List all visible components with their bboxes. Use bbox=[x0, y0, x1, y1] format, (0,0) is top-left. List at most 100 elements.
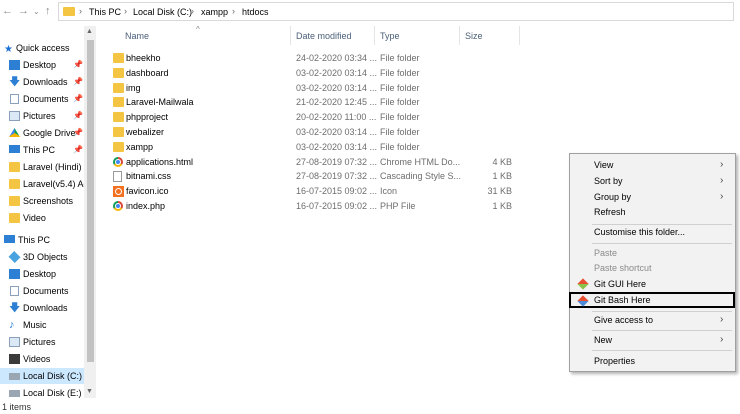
file-row[interactable]: webalizer 03-02-2020 03:14 ... File folder bbox=[108, 125, 520, 139]
drive-icon bbox=[9, 390, 20, 397]
folder-icon bbox=[63, 7, 75, 16]
navigation-pane: ★ Quick access Desktop 📌 🡇 Downloads 📌 D… bbox=[0, 24, 96, 400]
file-date: 16-07-2015 09:02 ... bbox=[296, 186, 378, 197]
breadcrumb-this-pc[interactable]: This PC bbox=[89, 7, 121, 17]
status-item-count: 1 items bbox=[2, 402, 32, 412]
nav-item-pictures[interactable]: Pictures 📌 bbox=[0, 108, 84, 124]
file-date: 21-02-2020 12:45 ... bbox=[296, 97, 378, 108]
nav-item-documents[interactable]: Documents 📌 bbox=[0, 91, 84, 107]
nav-pc-downloads[interactable]: 🡇 Downloads bbox=[0, 300, 84, 316]
menu-item-customise[interactable]: Customise this folder... bbox=[570, 225, 735, 240]
column-divider[interactable] bbox=[290, 26, 291, 45]
menu-item-give-access[interactable]: Give access to › bbox=[570, 313, 735, 328]
pin-icon[interactable]: 📌 bbox=[73, 57, 83, 73]
file-row[interactable]: applications.html 27-08-2019 07:32 ... Chr… bbox=[108, 155, 520, 169]
scroll-down-icon[interactable]: ▼ bbox=[86, 388, 93, 395]
file-size: 1 KB bbox=[492, 201, 512, 211]
file-date: 03-02-2020 03:14 ... bbox=[296, 141, 378, 152]
pin-icon[interactable]: 📌 bbox=[73, 91, 83, 107]
menu-item-new[interactable]: New › bbox=[570, 333, 735, 348]
menu-item-group-by[interactable]: Group by › bbox=[570, 190, 735, 205]
nav-scrollbar-thumb[interactable] bbox=[87, 40, 94, 362]
file-row[interactable]: index.php 16-07-2015 09:02 ... PHP File 1 K… bbox=[108, 199, 520, 213]
download-icon: 🡇 bbox=[9, 302, 21, 314]
file-row[interactable]: bitnami.css 27-08-2019 07:32 ... Cascading… bbox=[108, 169, 520, 183]
file-type: Chrome HTML Do... bbox=[380, 156, 461, 167]
back-icon[interactable]: ← bbox=[2, 5, 13, 17]
column-divider[interactable] bbox=[459, 26, 460, 45]
menu-item-paste[interactable]: Paste bbox=[570, 246, 735, 261]
pin-icon[interactable]: 📌 bbox=[73, 142, 83, 158]
sort-ascending-icon: ^ bbox=[196, 25, 200, 34]
column-header-name[interactable]: Name bbox=[125, 31, 149, 41]
column-divider[interactable] bbox=[519, 26, 520, 45]
column-divider[interactable] bbox=[374, 26, 375, 45]
nav-pc-documents[interactable]: Documents bbox=[0, 283, 84, 299]
file-row[interactable]: favicon.ico 16-07-2015 09:02 ... Icon 31 KB bbox=[108, 184, 520, 198]
file-row[interactable]: Laravel-Mailwala 21-02-2020 12:45 ... File… bbox=[108, 95, 520, 109]
nav-item-laravel-v54[interactable]: Laravel(v5.4) Ad bbox=[0, 176, 84, 192]
folder-icon bbox=[113, 127, 124, 137]
column-header-date[interactable]: Date modified bbox=[296, 31, 352, 41]
breadcrumb-separator[interactable]: › bbox=[79, 6, 82, 16]
nav-item-desktop[interactable]: Desktop 📌 bbox=[0, 57, 84, 73]
column-header-size[interactable]: Size bbox=[465, 31, 483, 41]
column-header-type[interactable]: Type bbox=[380, 31, 400, 41]
nav-pc-local-disk-c[interactable]: Local Disk (C:) bbox=[0, 368, 84, 384]
scroll-up-icon[interactable]: ▲ bbox=[86, 28, 93, 35]
menu-item-view[interactable]: View › bbox=[570, 158, 735, 173]
file-row[interactable]: bheekho 24-02-2020 03:34 ... File folder bbox=[108, 51, 520, 65]
file-date: 27-08-2019 07:32 ... bbox=[296, 171, 378, 182]
menu-item-git-gui[interactable]: Git GUI Here bbox=[570, 277, 735, 292]
nav-pc-local-disk-e[interactable]: Local Disk (E:) bbox=[0, 385, 84, 401]
nav-item-video[interactable]: Video bbox=[0, 210, 84, 226]
file-name: xampp bbox=[126, 141, 154, 152]
file-date: 27-08-2019 07:32 ... bbox=[296, 156, 378, 167]
nav-item-downloads[interactable]: 🡇 Downloads 📌 bbox=[0, 74, 84, 90]
nav-item-google-drive[interactable]: Google Drive 📌 bbox=[0, 125, 84, 141]
pin-icon[interactable]: 📌 bbox=[73, 74, 83, 90]
file-row[interactable]: dashboard 03-02-2020 03:14 ... File folder bbox=[108, 66, 520, 80]
address-bar[interactable]: › This PC › Local Disk (C:) › xampp › ht… bbox=[58, 2, 734, 21]
git-bash-icon bbox=[577, 295, 589, 307]
pictures-icon bbox=[9, 337, 20, 347]
pin-icon[interactable]: 📌 bbox=[73, 108, 83, 124]
breadcrumb-separator[interactable]: › bbox=[191, 6, 194, 16]
nav-pc-desktop[interactable]: Desktop bbox=[0, 266, 84, 282]
recent-locations-icon[interactable]: ⌄ bbox=[33, 7, 40, 16]
computer-icon bbox=[4, 235, 15, 243]
menu-item-refresh[interactable]: Refresh bbox=[570, 205, 735, 220]
breadcrumb-htdocs[interactable]: htdocs bbox=[242, 7, 269, 17]
breadcrumb-local-disk[interactable]: Local Disk (C:) bbox=[133, 7, 192, 17]
nav-pc-music[interactable]: ♪ Music bbox=[0, 317, 84, 333]
breadcrumb-separator[interactable]: › bbox=[124, 6, 127, 16]
nav-item-this-pc-pinned[interactable]: This PC 📌 bbox=[0, 142, 84, 158]
file-type: File folder bbox=[380, 82, 420, 93]
css-file-icon bbox=[113, 171, 122, 183]
file-row[interactable]: xampp 03-02-2020 03:14 ... File folder bbox=[108, 140, 520, 154]
menu-separator bbox=[592, 311, 732, 312]
menu-separator bbox=[592, 243, 732, 244]
pin-icon[interactable]: 📌 bbox=[73, 125, 83, 141]
menu-item-paste-shortcut[interactable]: Paste shortcut bbox=[570, 261, 735, 276]
file-type: File folder bbox=[380, 67, 420, 78]
file-type: Icon bbox=[380, 186, 398, 197]
menu-item-git-bash[interactable]: Git Bash Here bbox=[569, 292, 735, 308]
file-date: 03-02-2020 03:14 ... bbox=[296, 67, 378, 78]
breadcrumb-xampp[interactable]: xampp bbox=[201, 7, 228, 17]
menu-separator bbox=[592, 330, 732, 331]
nav-pc-pictures[interactable]: Pictures bbox=[0, 334, 84, 350]
nav-this-pc[interactable]: This PC bbox=[0, 232, 84, 248]
nav-pc-3d-objects[interactable]: 3D Objects bbox=[0, 249, 84, 265]
nav-quick-access[interactable]: ★ Quick access bbox=[0, 40, 84, 56]
nav-item-laravel-hindi[interactable]: Laravel (Hindi) bbox=[0, 159, 84, 175]
forward-icon[interactable]: → bbox=[18, 5, 29, 17]
breadcrumb-separator[interactable]: › bbox=[232, 6, 235, 16]
nav-item-screenshots[interactable]: Screenshots bbox=[0, 193, 84, 209]
up-icon[interactable]: ↑ bbox=[45, 5, 51, 17]
file-row[interactable]: phpproject 20-02-2020 11:00 ... File folde… bbox=[108, 110, 520, 124]
menu-item-sort-by[interactable]: Sort by › bbox=[570, 174, 735, 189]
menu-item-properties[interactable]: Properties bbox=[570, 354, 735, 369]
nav-pc-videos[interactable]: Videos bbox=[0, 351, 84, 367]
file-row[interactable]: img 03-02-2020 03:14 ... File folder bbox=[108, 81, 520, 95]
